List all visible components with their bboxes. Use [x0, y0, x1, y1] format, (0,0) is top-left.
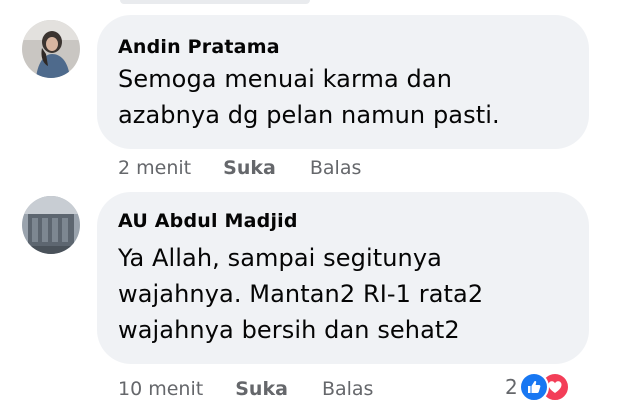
comment-line: wajahnya. Mantan2 RI-1 rata2	[118, 280, 484, 308]
comment-text: Ya Allah, sampai segitunya wajahnya. Man…	[118, 240, 483, 348]
comment-au-abdul-madjid: AU Abdul Madjid Ya Allah, sampai segitun…	[0, 0, 640, 419]
like-icon	[518, 372, 549, 402]
comment-line: wajahnya bersih dan sehat2	[118, 316, 460, 344]
reaction-summary[interactable]: 2	[505, 372, 570, 402]
author-name[interactable]: AU Abdul Madjid	[118, 210, 298, 232]
comment-actions: 10 menit Suka Balas	[118, 378, 373, 400]
comment-thread: Andin Pratama Semoga menuai karma dan az…	[0, 0, 640, 419]
avatar[interactable]	[22, 196, 80, 254]
timestamp-link[interactable]: 10 menit	[118, 378, 203, 400]
comment-line: Ya Allah, sampai segitunya	[118, 244, 442, 272]
reply-button[interactable]: Balas	[322, 378, 374, 400]
profile-photo-building-icon	[22, 196, 80, 254]
like-button[interactable]: Suka	[235, 378, 288, 400]
reaction-count: 2	[505, 375, 518, 399]
